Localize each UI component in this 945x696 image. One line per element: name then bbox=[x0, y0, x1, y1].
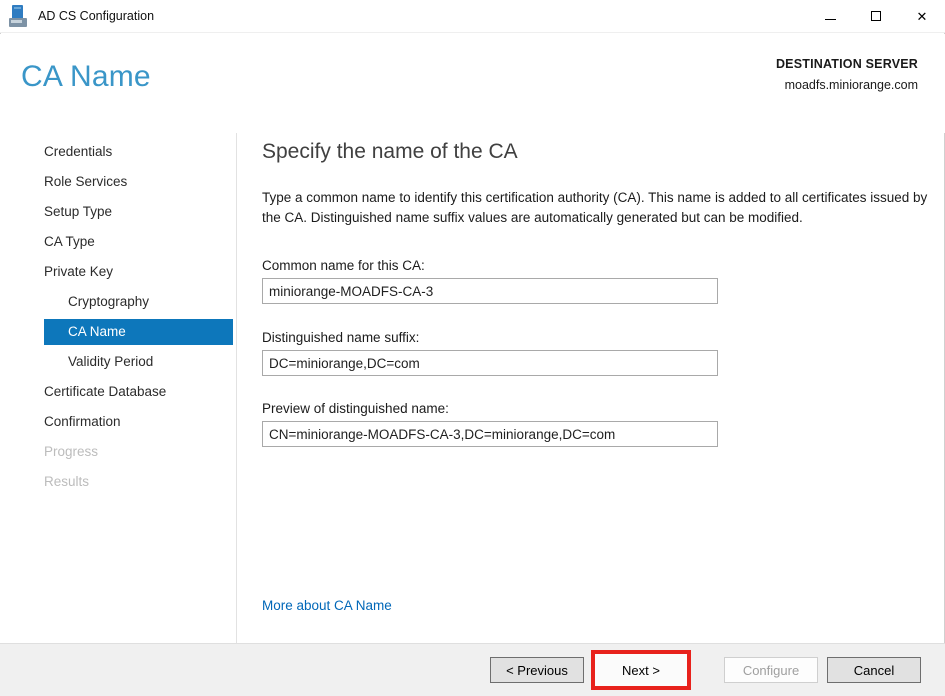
maximize-button[interactable] bbox=[853, 0, 899, 32]
wizard-content: Specify the name of the CA Type a common… bbox=[238, 133, 945, 643]
page-title: CA Name bbox=[21, 60, 151, 94]
configure-button: Configure bbox=[724, 657, 818, 683]
wizard-footer: < Previous Next > Configure Cancel bbox=[0, 643, 945, 696]
close-icon: ✕ bbox=[917, 10, 928, 23]
dn-suffix-label: Distinguished name suffix: bbox=[262, 330, 718, 345]
window-title: AD CS Configuration bbox=[38, 9, 154, 23]
next-button[interactable]: Next > bbox=[598, 657, 684, 683]
sidebar-item-private-key[interactable]: Private Key bbox=[44, 257, 233, 287]
sidebar-item-validity-period[interactable]: Validity Period bbox=[44, 347, 233, 377]
sidebar-item-progress: Progress bbox=[44, 437, 233, 467]
title-bar: AD CS Configuration ✕ bbox=[0, 0, 945, 33]
dn-preview-input[interactable] bbox=[262, 421, 718, 447]
cancel-button[interactable]: Cancel bbox=[827, 657, 921, 683]
destination-server-block: DESTINATION SERVER moadfs.miniorange.com bbox=[776, 57, 918, 92]
next-button-highlight: Next > bbox=[591, 650, 691, 690]
sidebar-item-ca-type[interactable]: CA Type bbox=[44, 227, 233, 257]
sidebar-item-ca-name[interactable]: CA Name bbox=[44, 319, 233, 345]
server-icon bbox=[9, 5, 30, 28]
more-about-ca-name-link[interactable]: More about CA Name bbox=[262, 598, 392, 613]
sidebar-item-certificate-database[interactable]: Certificate Database bbox=[44, 377, 233, 407]
previous-button[interactable]: < Previous bbox=[490, 657, 584, 683]
close-button[interactable]: ✕ bbox=[899, 0, 945, 32]
ad-cs-configuration-window: AD CS Configuration ✕ CA Name DESTINATIO… bbox=[0, 0, 945, 696]
common-name-field-group: Common name for this CA: bbox=[262, 258, 718, 304]
content-heading: Specify the name of the CA bbox=[262, 138, 921, 166]
wizard-header: CA Name DESTINATION SERVER moadfs.minior… bbox=[0, 34, 945, 133]
sidebar-item-role-services[interactable]: Role Services bbox=[44, 167, 233, 197]
sidebar-item-credentials[interactable]: Credentials bbox=[44, 137, 233, 167]
destination-server-name: moadfs.miniorange.com bbox=[776, 78, 918, 92]
dn-preview-label: Preview of distinguished name: bbox=[262, 401, 718, 416]
dn-suffix-field-group: Distinguished name suffix: bbox=[262, 330, 718, 376]
sidebar-item-confirmation[interactable]: Confirmation bbox=[44, 407, 233, 437]
minimize-button[interactable] bbox=[807, 0, 853, 32]
maximize-icon bbox=[871, 11, 881, 21]
content-description: Type a common name to identify this cert… bbox=[262, 188, 928, 228]
sidebar-item-results: Results bbox=[44, 467, 233, 497]
common-name-label: Common name for this CA: bbox=[262, 258, 718, 273]
common-name-input[interactable] bbox=[262, 278, 718, 304]
destination-server-label: DESTINATION SERVER bbox=[776, 57, 918, 71]
wizard-steps-sidebar: Credentials Role Services Setup Type CA … bbox=[0, 133, 237, 643]
dn-suffix-input[interactable] bbox=[262, 350, 718, 376]
sidebar-item-setup-type[interactable]: Setup Type bbox=[44, 197, 233, 227]
dn-preview-field-group: Preview of distinguished name: bbox=[262, 401, 718, 447]
sidebar-item-cryptography[interactable]: Cryptography bbox=[44, 287, 233, 317]
minimize-icon bbox=[825, 19, 836, 20]
